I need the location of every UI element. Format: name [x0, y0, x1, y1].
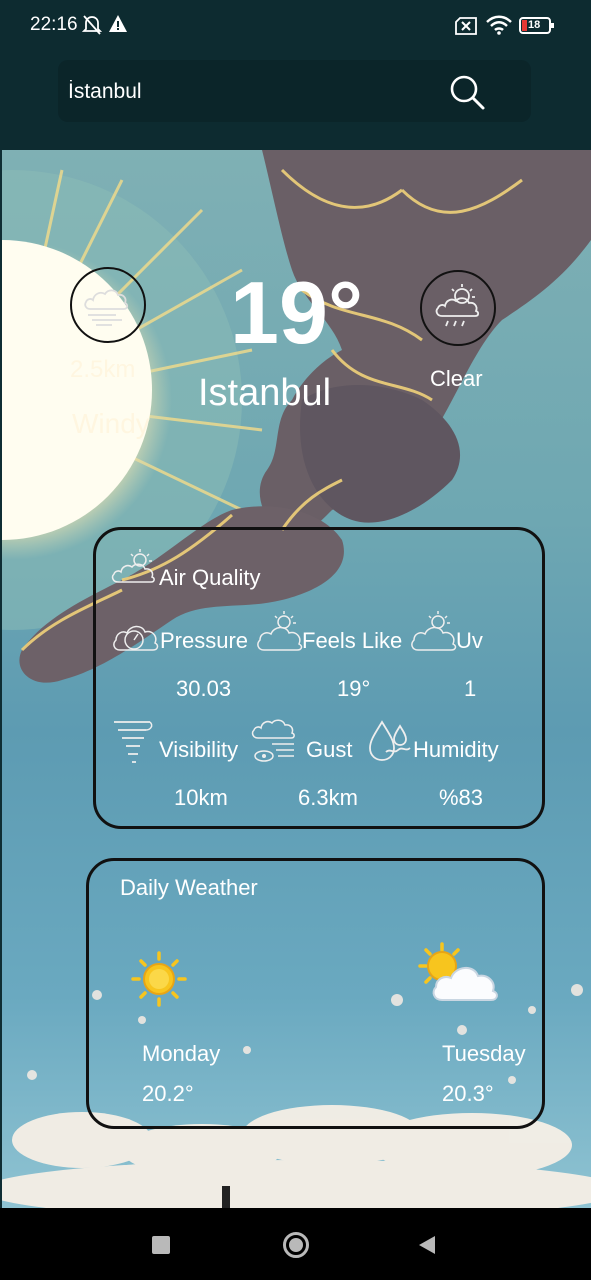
battery-icon: 18 — [519, 17, 554, 34]
pressure-value: 30.03 — [176, 676, 232, 701]
partly-cloudy-icon — [418, 942, 498, 1001]
battery-level: 18 — [528, 19, 541, 31]
day-name: Monday — [142, 1041, 221, 1066]
home-circle-icon[interactable] — [283, 1232, 309, 1258]
wind-speed: 2.5km — [70, 356, 136, 383]
wind-label: Windy — [72, 408, 150, 439]
cloud-sun-icon — [411, 611, 457, 651]
feels-like-value: 19° — [337, 676, 371, 701]
windy-cloud-icon — [84, 289, 129, 326]
day-temp: 20.3° — [442, 1081, 494, 1106]
visibility-value: 10km — [174, 785, 228, 810]
fog-eye-icon — [251, 719, 295, 762]
water-drops-icon — [369, 720, 411, 761]
search-icon[interactable] — [448, 73, 488, 113]
wind-icon-circle — [70, 267, 146, 343]
humidity-value: %83 — [439, 785, 484, 810]
condition-icon-circle — [420, 270, 496, 346]
humidity-label: Humidity — [413, 737, 499, 762]
search-input[interactable] — [66, 76, 440, 108]
cloud-rain-sun-icon — [435, 284, 480, 327]
recents-square-icon[interactable] — [152, 1236, 170, 1254]
bell-off-icon — [82, 15, 102, 35]
current-temperature: 19° — [230, 263, 364, 362]
feels-like-label: Feels Like — [302, 628, 403, 653]
cloud-sun-icon — [257, 611, 303, 651]
daily-weather-title: Daily Weather — [120, 875, 258, 900]
condition-text: Clear — [430, 366, 483, 391]
tornado-icon — [114, 721, 153, 763]
app-bar — [0, 52, 591, 150]
sun-icon — [131, 951, 187, 1007]
pressure-label: Pressure — [160, 628, 249, 653]
day-name: Tuesday — [442, 1041, 526, 1066]
gauge-cloud-icon — [113, 625, 159, 651]
search-bar — [58, 60, 531, 122]
uv-label: Uv — [456, 628, 483, 653]
wifi-icon — [486, 15, 512, 35]
air-quality-title: Air Quality — [159, 565, 261, 590]
visibility-label: Visibility — [159, 737, 239, 762]
alert-triangle-icon — [109, 15, 127, 32]
status-time: 22:16 — [30, 14, 78, 35]
day-temp: 20.2° — [142, 1081, 194, 1106]
cloud-sun-icon — [111, 549, 155, 583]
back-triangle-icon[interactable] — [417, 1234, 437, 1256]
sim-off-icon — [455, 17, 477, 35]
system-nav-bar — [0, 1208, 591, 1280]
gust-label: Gust — [306, 737, 353, 762]
gust-value: 6.3km — [298, 785, 358, 810]
status-bar: 22:16 18 — [0, 0, 591, 52]
city-name: Istanbul — [198, 372, 332, 414]
uv-value: 1 — [464, 676, 477, 701]
